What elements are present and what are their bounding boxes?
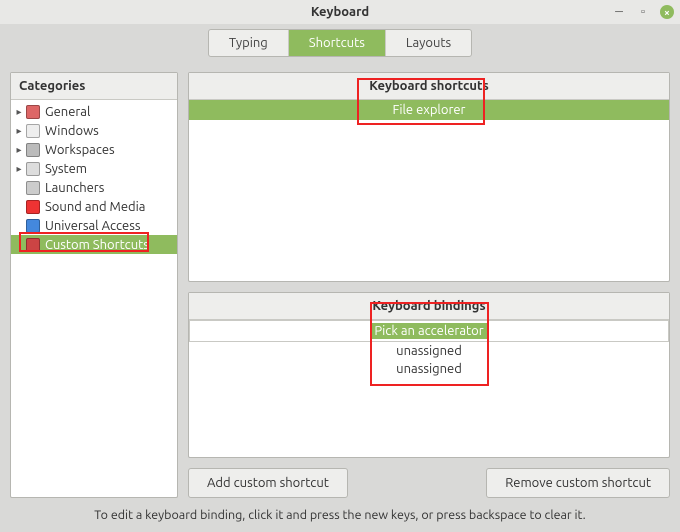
system-icon [25, 161, 41, 177]
category-sound[interactable]: ▸ Sound and Media [11, 197, 177, 216]
category-launchers[interactable]: ▸ Launchers [11, 178, 177, 197]
expander-icon[interactable]: ▸ [13, 106, 25, 118]
category-label: Windows [45, 124, 99, 138]
category-label: Launchers [45, 181, 104, 195]
shortcut-row-file-explorer[interactable]: File explorer [189, 100, 669, 120]
expander-icon[interactable]: ▸ [13, 163, 25, 175]
binding-pick-label: Pick an accelerator [371, 323, 486, 339]
maximize-button[interactable]: ▫ [636, 5, 650, 19]
tab-typing[interactable]: Typing [209, 30, 289, 56]
bindings-header: Keyboard bindings [189, 293, 669, 320]
category-system[interactable]: ▸ System [11, 159, 177, 178]
expander-icon[interactable]: ▸ [13, 144, 25, 156]
binding-row-pick[interactable]: Pick an accelerator [190, 321, 668, 341]
universal-icon [25, 218, 41, 234]
category-label: Sound and Media [45, 200, 145, 214]
tab-shortcuts[interactable]: Shortcuts [289, 30, 386, 56]
general-icon [25, 104, 41, 120]
remove-shortcut-button[interactable]: Remove custom shortcut [486, 468, 670, 498]
add-shortcut-button[interactable]: Add custom shortcut [188, 468, 348, 498]
binding-row-unassigned-2[interactable]: unassigned [189, 360, 669, 378]
windows-icon [25, 123, 41, 139]
category-label: Universal Access [45, 219, 140, 233]
categories-tree: ▸ General ▸ Windows ▸ Workspaces ▸ Syste… [11, 100, 177, 497]
window-controls: ─ ▫ × [612, 0, 674, 24]
shortcuts-header: Keyboard shortcuts [189, 73, 669, 100]
custom-icon [25, 237, 41, 253]
category-general[interactable]: ▸ General [11, 102, 177, 121]
category-label: Custom Shortcuts [45, 238, 149, 252]
category-universal[interactable]: ▸ Universal Access [11, 216, 177, 235]
titlebar: Keyboard ─ ▫ × [0, 0, 680, 24]
minimize-button[interactable]: ─ [612, 5, 626, 19]
tab-bar: Typing Shortcuts Layouts [0, 24, 680, 62]
expander-icon[interactable]: ▸ [13, 125, 25, 137]
button-row: Add custom shortcut Remove custom shortc… [188, 468, 670, 498]
categories-panel: Categories ▸ General ▸ Windows ▸ Workspa… [10, 72, 178, 498]
sound-icon [25, 199, 41, 215]
category-workspaces[interactable]: ▸ Workspaces [11, 140, 177, 159]
close-button[interactable]: × [660, 5, 674, 19]
category-label: General [45, 105, 90, 119]
categories-header: Categories [11, 73, 177, 100]
bindings-panel: Keyboard bindings Pick an accelerator un… [188, 292, 670, 458]
category-label: System [45, 162, 87, 176]
tab-layouts[interactable]: Layouts [386, 30, 471, 56]
hint-text: To edit a keyboard binding, click it and… [0, 502, 680, 532]
category-label: Workspaces [45, 143, 115, 157]
shortcuts-panel: Keyboard shortcuts File explorer [188, 72, 670, 282]
binding-row-unassigned-1[interactable]: unassigned [189, 342, 669, 360]
launchers-icon [25, 180, 41, 196]
category-custom[interactable]: ▸ Custom Shortcuts [11, 235, 177, 254]
category-windows[interactable]: ▸ Windows [11, 121, 177, 140]
window-title: Keyboard [311, 5, 369, 19]
workspaces-icon [25, 142, 41, 158]
